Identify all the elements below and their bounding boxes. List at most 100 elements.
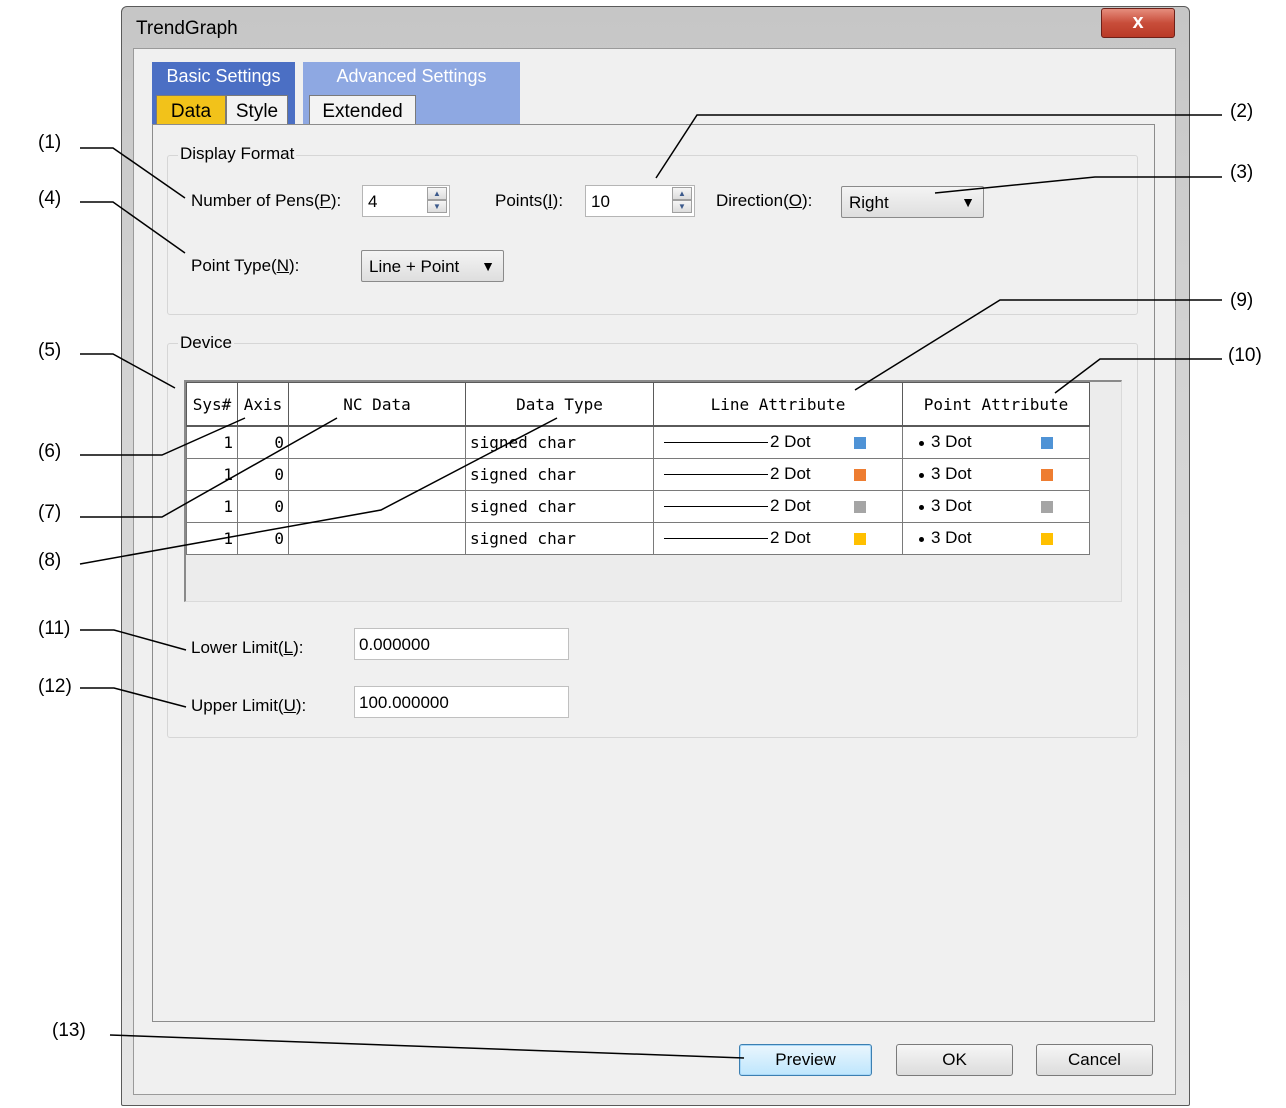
- callout-1: (1): [38, 132, 62, 153]
- spin-down-icon[interactable]: ▼: [427, 200, 447, 213]
- cell-sys[interactable]: 1: [186, 522, 238, 555]
- col-nc-data[interactable]: NC Data: [288, 382, 466, 427]
- cell-axis[interactable]: 0: [237, 458, 289, 491]
- pens-label: Number of Pens(P):: [191, 191, 342, 210]
- col-line-attribute[interactable]: Line Attribute: [653, 382, 903, 427]
- callout-4: (4): [38, 188, 62, 209]
- line-sample: [664, 538, 768, 539]
- callout-8: (8): [38, 550, 62, 571]
- line-sample: [664, 474, 768, 475]
- point-type-select[interactable]: Line + Point ▼: [361, 250, 504, 282]
- line-color-swatch: [854, 533, 866, 545]
- spin-up-icon[interactable]: ▲: [672, 187, 692, 200]
- table-row[interactable]: 1 0 signed char 2 Dot 3 Dot: [186, 522, 1090, 555]
- tab-style[interactable]: Style: [226, 95, 288, 125]
- spin-up-icon[interactable]: ▲: [427, 187, 447, 200]
- pens-value: 4: [368, 192, 378, 211]
- cell-sys[interactable]: 1: [186, 490, 238, 523]
- col-sys[interactable]: Sys#: [186, 382, 238, 427]
- callout-2: (2): [1230, 101, 1254, 122]
- point-color-swatch: [1041, 501, 1053, 513]
- cell-sys[interactable]: 1: [186, 458, 238, 491]
- points-label: Points(I):: [495, 191, 564, 210]
- point-marker-icon: [919, 505, 924, 510]
- cell-axis[interactable]: 0: [237, 490, 289, 523]
- callout-12: (12): [38, 676, 72, 697]
- line-color-swatch: [854, 437, 866, 449]
- device-label: Device: [178, 333, 234, 353]
- table-row[interactable]: 1 0 signed char 2 Dot 3 Dot: [186, 425, 1090, 459]
- cell-data-type[interactable]: signed char: [465, 458, 654, 491]
- tab-data[interactable]: Data: [156, 95, 226, 125]
- cell-point-attribute[interactable]: 3 Dot: [902, 490, 1090, 523]
- callout-5: (5): [38, 340, 62, 361]
- point-type-value: Line + Point: [369, 257, 460, 276]
- callout-11: (11): [38, 618, 71, 639]
- close-button[interactable]: x: [1101, 8, 1175, 38]
- cell-point-attribute[interactable]: 3 Dot: [902, 458, 1090, 491]
- window-title: TrendGraph: [136, 18, 238, 39]
- spin-down-icon[interactable]: ▼: [672, 200, 692, 213]
- upper-limit-label: Upper Limit(U):: [191, 696, 307, 715]
- callout-3: (3): [1230, 162, 1254, 183]
- line-attr-text: 2 Dot: [770, 464, 811, 483]
- callout-7: (7): [38, 502, 62, 523]
- pens-stepper[interactable]: 4 ▲ ▼: [362, 185, 450, 217]
- cell-point-attribute[interactable]: 3 Dot: [902, 425, 1090, 459]
- cell-axis[interactable]: 0: [237, 522, 289, 555]
- point-attr-text: 3 Dot: [931, 528, 972, 547]
- direction-label: Direction(O):: [716, 191, 813, 210]
- points-value: 10: [591, 192, 610, 211]
- lower-limit-value: 0.000000: [359, 635, 430, 654]
- lower-limit-label: Lower Limit(L):: [191, 638, 304, 657]
- point-color-swatch: [1041, 469, 1053, 481]
- cell-nc-data[interactable]: [288, 458, 466, 491]
- callout-6: (6): [38, 441, 62, 462]
- point-attr-text: 3 Dot: [931, 432, 972, 451]
- point-attr-text: 3 Dot: [931, 464, 972, 483]
- cell-line-attribute[interactable]: 2 Dot: [653, 490, 903, 523]
- points-stepper[interactable]: 10 ▲ ▼: [585, 185, 695, 217]
- line-attr-text: 2 Dot: [770, 432, 811, 451]
- close-icon: x: [1132, 11, 1144, 33]
- cell-nc-data[interactable]: [288, 490, 466, 523]
- cell-nc-data[interactable]: [288, 522, 466, 555]
- point-marker-icon: [919, 537, 924, 542]
- cell-sys[interactable]: 1: [186, 425, 238, 459]
- cell-line-attribute[interactable]: 2 Dot: [653, 425, 903, 459]
- tab-group-title: Basic Settings: [166, 66, 281, 86]
- direction-value: Right: [849, 193, 889, 212]
- callout-9: (9): [1230, 290, 1254, 311]
- callout-10: (10): [1228, 345, 1262, 366]
- ok-button[interactable]: OK: [896, 1044, 1013, 1076]
- table-row[interactable]: 1 0 signed char 2 Dot 3 Dot: [186, 458, 1090, 491]
- cell-axis[interactable]: 0: [237, 425, 289, 459]
- line-sample: [664, 442, 768, 443]
- cell-data-type[interactable]: signed char: [465, 522, 654, 555]
- line-color-swatch: [854, 469, 866, 481]
- cell-nc-data[interactable]: [288, 425, 466, 459]
- line-sample: [664, 506, 768, 507]
- tab-group-title: Advanced Settings: [336, 66, 487, 86]
- upper-limit-input[interactable]: 100.000000: [354, 686, 569, 718]
- cell-line-attribute[interactable]: 2 Dot: [653, 458, 903, 491]
- tab-extended[interactable]: Extended: [309, 95, 416, 125]
- cell-data-type[interactable]: signed char: [465, 490, 654, 523]
- cell-point-attribute[interactable]: 3 Dot: [902, 522, 1090, 555]
- col-point-attribute[interactable]: Point Attribute: [902, 382, 1090, 427]
- lower-limit-input[interactable]: 0.000000: [354, 628, 569, 660]
- device-table: Sys# Axis NC Data Data Type Line Attribu…: [186, 382, 1090, 555]
- preview-button[interactable]: Preview: [739, 1044, 872, 1076]
- chevron-down-icon: ▼: [481, 258, 495, 274]
- cell-line-attribute[interactable]: 2 Dot: [653, 522, 903, 555]
- table-row[interactable]: 1 0 signed char 2 Dot 3 Dot: [186, 490, 1090, 523]
- point-marker-icon: [919, 441, 924, 446]
- col-data-type[interactable]: Data Type: [465, 382, 654, 427]
- display-format-group: [167, 155, 1138, 315]
- cell-data-type[interactable]: signed char: [465, 425, 654, 459]
- direction-select[interactable]: Right ▼: [841, 186, 984, 218]
- cancel-button[interactable]: Cancel: [1036, 1044, 1153, 1076]
- line-attr-text: 2 Dot: [770, 496, 811, 515]
- col-axis[interactable]: Axis: [237, 382, 289, 427]
- upper-limit-value: 100.000000: [359, 693, 449, 712]
